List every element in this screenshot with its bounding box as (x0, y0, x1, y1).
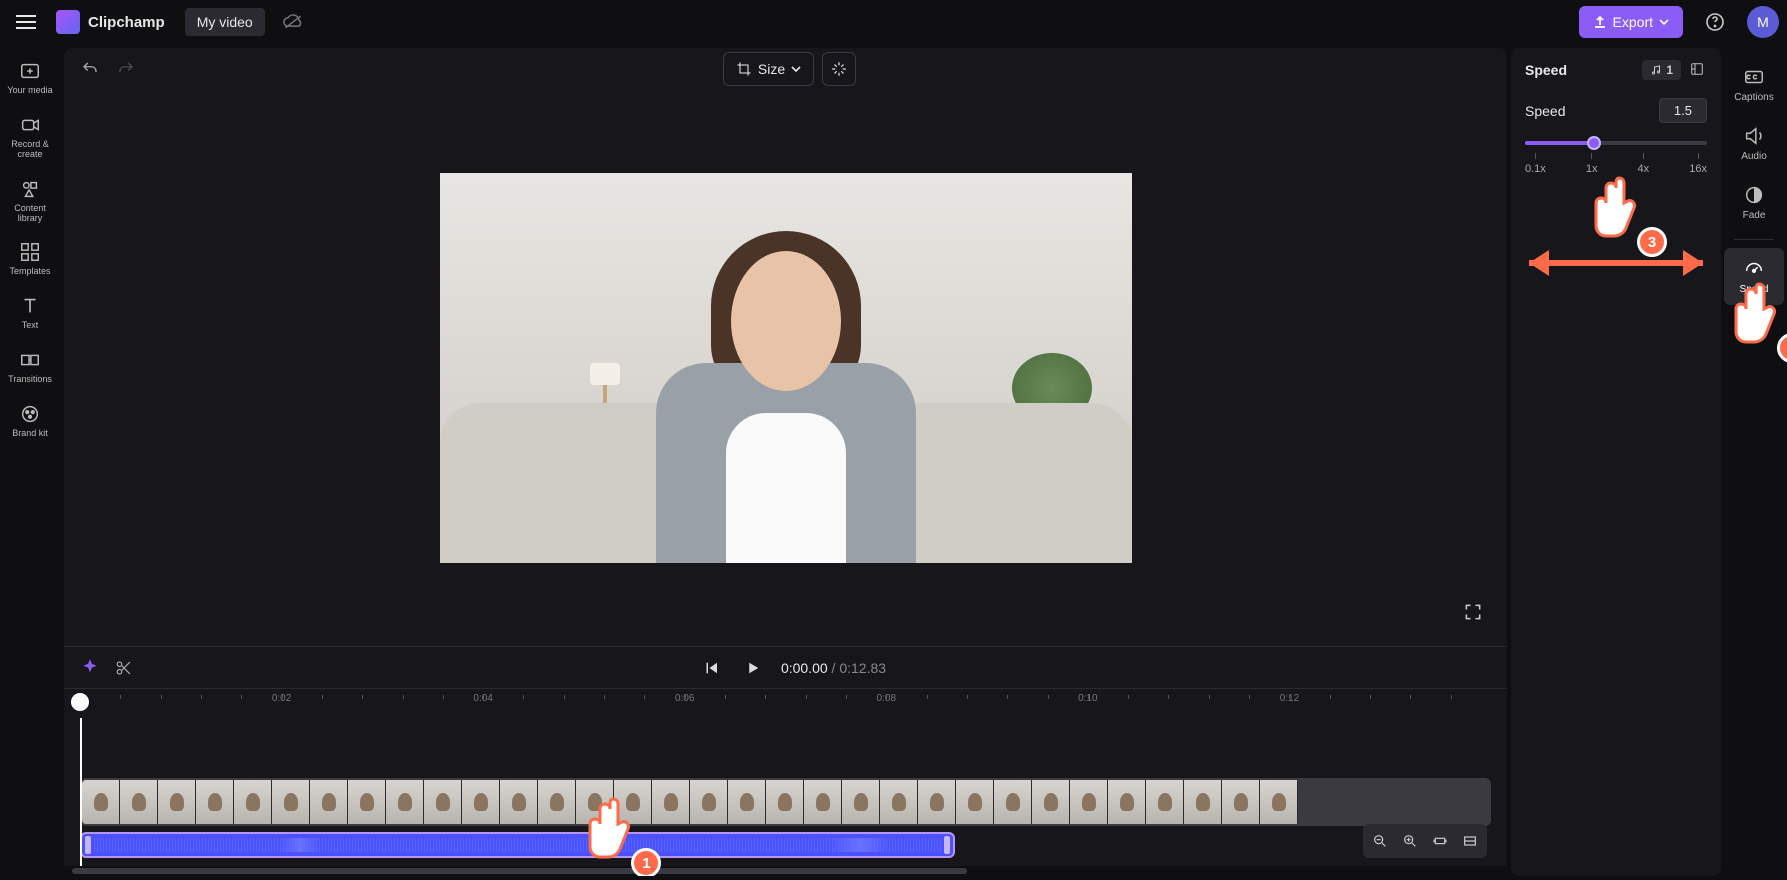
menu-button[interactable] (8, 4, 44, 40)
skip-start-button[interactable] (697, 654, 725, 682)
ruler-mark: 0:12 (1280, 693, 1299, 704)
rail-text[interactable]: Text (3, 287, 57, 339)
rail-speed[interactable]: Speed (1724, 248, 1784, 305)
timeline-tracks: 1 (64, 718, 1507, 866)
zoom-in-button[interactable] (1397, 828, 1423, 854)
rail-record-create[interactable]: Record & create (3, 106, 57, 168)
cloud-sync-icon (281, 10, 305, 34)
topbar: Clipchamp My video Export M (0, 0, 1787, 44)
slider-tick: 1x (1586, 153, 1598, 175)
fullscreen-button[interactable] (1463, 602, 1491, 630)
canvas-toolbar: Size (64, 48, 1507, 90)
popout-button[interactable] (1689, 61, 1707, 79)
playhead-line (80, 718, 82, 866)
clip-count-chip: 1 (1642, 60, 1681, 80)
undo-button[interactable] (76, 55, 104, 83)
speed-row: Speed 1.5 (1525, 98, 1707, 123)
rail-content-library[interactable]: Content library (3, 170, 57, 232)
chevron-down-icon (791, 66, 801, 72)
rail-fade[interactable]: Fade (1724, 174, 1784, 231)
right-rail: Captions Audio Fade Speed 2 (1721, 44, 1787, 880)
magic-tool-button[interactable] (76, 654, 104, 682)
rail-your-media[interactable]: Your media (3, 52, 57, 104)
zoom-out-button[interactable] (1367, 828, 1393, 854)
annotation-arrows (1507, 228, 1725, 298)
slider-thumb[interactable] (1587, 136, 1601, 150)
app-name: Clipchamp (88, 14, 165, 31)
properties-panel: Speed 1 Speed 1.5 0.1x 1x 4x 16x (1511, 48, 1721, 876)
video-preview[interactable] (440, 173, 1132, 563)
ruler-mark: 0:02 (272, 693, 291, 704)
rail-templates[interactable]: Templates (3, 233, 57, 285)
speed-value-input[interactable]: 1.5 (1659, 98, 1707, 123)
rail-brand-kit[interactable]: Brand kit (3, 395, 57, 447)
zoom-mode-button[interactable] (1457, 828, 1483, 854)
size-button[interactable]: Size (723, 52, 814, 86)
split-tool-button[interactable] (110, 654, 138, 682)
timeline-ruler[interactable]: 0:02 0:04 0:06 0:08 0:10 0:12 (64, 688, 1507, 718)
center-column: Size (64, 48, 1507, 876)
waveform (94, 838, 941, 852)
music-icon (1650, 64, 1662, 76)
crop-icon (736, 61, 752, 77)
video-track-clip[interactable] (80, 778, 1491, 826)
ruler-mark: 0:08 (877, 693, 896, 704)
timeline-scrollbar[interactable] (64, 866, 1507, 876)
redo-button[interactable] (112, 55, 140, 83)
project-title[interactable]: My video (185, 8, 265, 36)
playhead[interactable] (71, 693, 89, 711)
ai-button[interactable] (822, 52, 856, 86)
annotation-hand-3: 3 (1589, 168, 1659, 253)
export-label: Export (1613, 14, 1653, 30)
rail-transitions[interactable]: Transitions (3, 341, 57, 393)
slider-tick: 0.1x (1525, 153, 1546, 175)
zoom-controls (1363, 824, 1487, 858)
canvas-area (64, 90, 1507, 646)
audio-track-clip[interactable] (80, 832, 955, 858)
sparkle-icon (830, 60, 848, 78)
export-button[interactable]: Export (1579, 6, 1683, 38)
rail-captions[interactable]: Captions (1724, 56, 1784, 113)
play-button[interactable] (739, 654, 767, 682)
props-header: Speed 1 (1525, 60, 1707, 80)
clip-handle-right[interactable] (944, 836, 950, 854)
left-rail: Your media Record & create Content libra… (0, 44, 60, 880)
help-button[interactable] (1699, 6, 1731, 38)
rail-audio[interactable]: Audio (1724, 115, 1784, 172)
ruler-mark: 0:04 (473, 693, 492, 704)
chevron-down-icon (1659, 19, 1669, 25)
app-logo-block: Clipchamp (56, 10, 165, 34)
time-display: 0:00.00 / 0:12.83 (781, 660, 886, 676)
ruler-mark: 0:06 (675, 693, 694, 704)
timeline-toolbar: 0:00.00 / 0:12.83 (64, 646, 1507, 688)
speed-slider[interactable]: 0.1x 1x 4x 16x (1525, 141, 1707, 175)
ruler-mark: 0:10 (1078, 693, 1097, 704)
slider-tick: 4x (1638, 153, 1650, 175)
slider-tick: 16x (1689, 153, 1707, 175)
app-logo-icon (56, 10, 80, 34)
clip-handle-left[interactable] (85, 836, 91, 854)
avatar[interactable]: M (1747, 6, 1779, 38)
zoom-fit-button[interactable] (1427, 828, 1453, 854)
